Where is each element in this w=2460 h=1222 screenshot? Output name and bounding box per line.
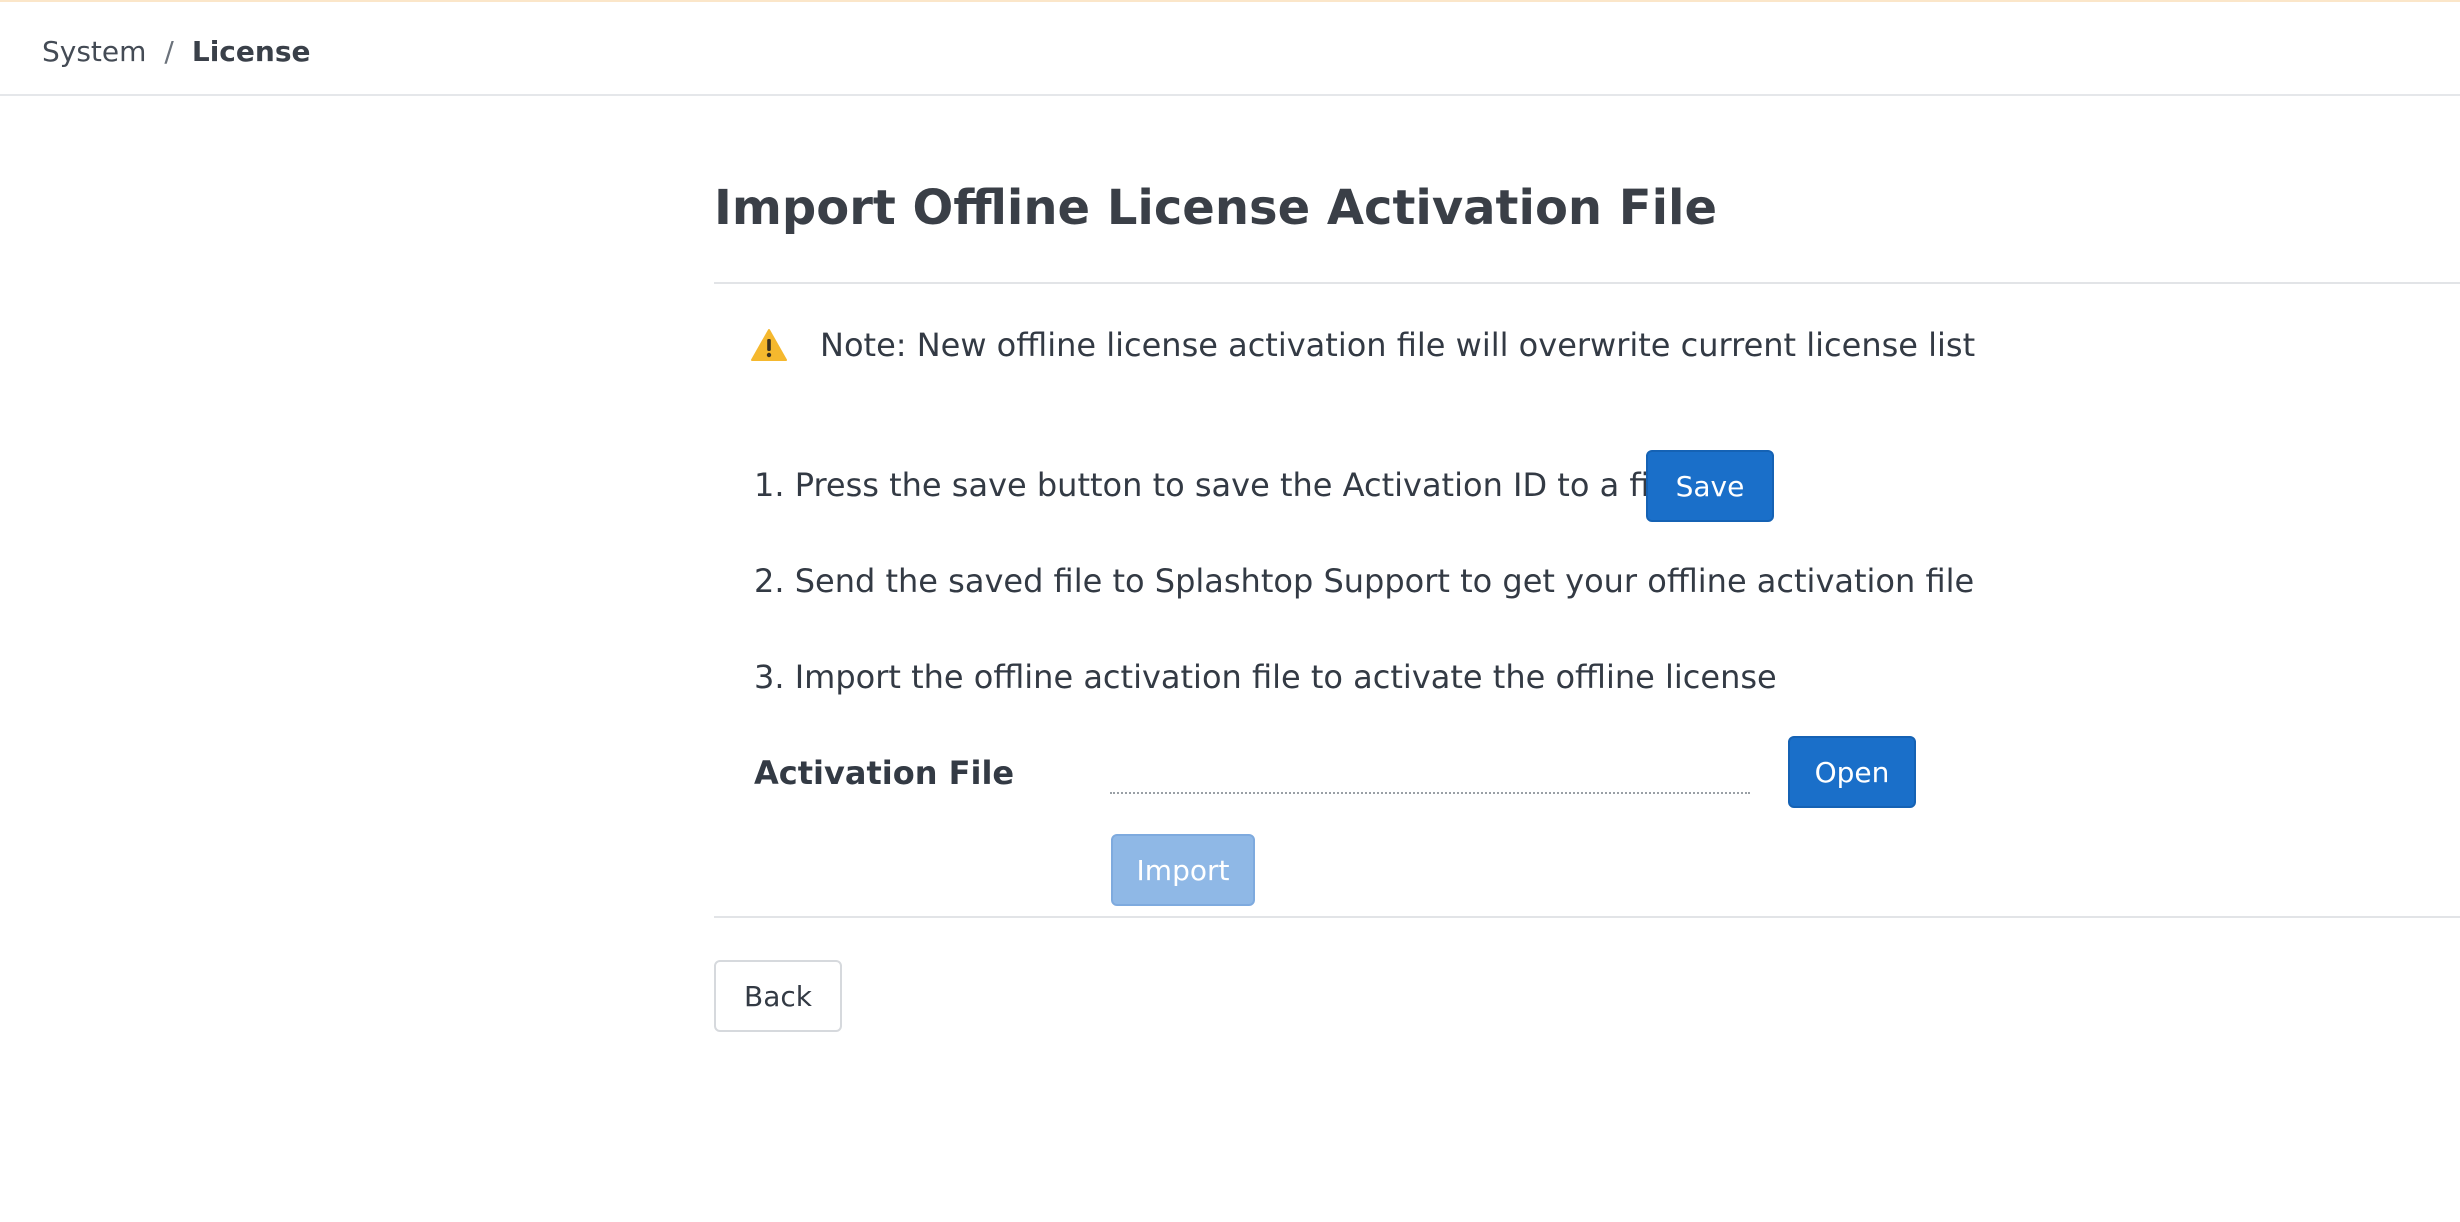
import-button[interactable]: Import bbox=[1111, 834, 1255, 906]
open-button[interactable]: Open bbox=[1788, 736, 1916, 808]
save-button[interactable]: Save bbox=[1646, 450, 1774, 522]
activation-file-label: Activation File bbox=[754, 754, 1015, 792]
warning-note-text: Note: New offline license activation fil… bbox=[820, 326, 1976, 364]
breadcrumb-bar: System / License bbox=[0, 2, 2460, 96]
step-3-text: 3. Import the offline activation file to… bbox=[754, 658, 1777, 696]
breadcrumb-item-system[interactable]: System bbox=[42, 34, 146, 70]
footer-divider bbox=[714, 916, 2460, 918]
main-content: Import Offline License Activation File N… bbox=[714, 96, 2460, 1222]
page-title: Import Offline License Activation File bbox=[714, 180, 1718, 236]
step-1-text: 1. Press the save button to save the Act… bbox=[754, 466, 1679, 504]
title-divider bbox=[714, 282, 2460, 284]
breadcrumb-item-license: License bbox=[191, 35, 311, 68]
warning-note: Note: New offline license activation fil… bbox=[750, 324, 1975, 366]
breadcrumb: System / License bbox=[42, 34, 310, 70]
warning-icon bbox=[750, 328, 788, 362]
breadcrumb-separator: / bbox=[164, 35, 174, 68]
step-2-text: 2. Send the saved file to Splashtop Supp… bbox=[754, 562, 1975, 600]
back-button[interactable]: Back bbox=[714, 960, 842, 1032]
activation-file-field[interactable] bbox=[1110, 748, 1750, 794]
